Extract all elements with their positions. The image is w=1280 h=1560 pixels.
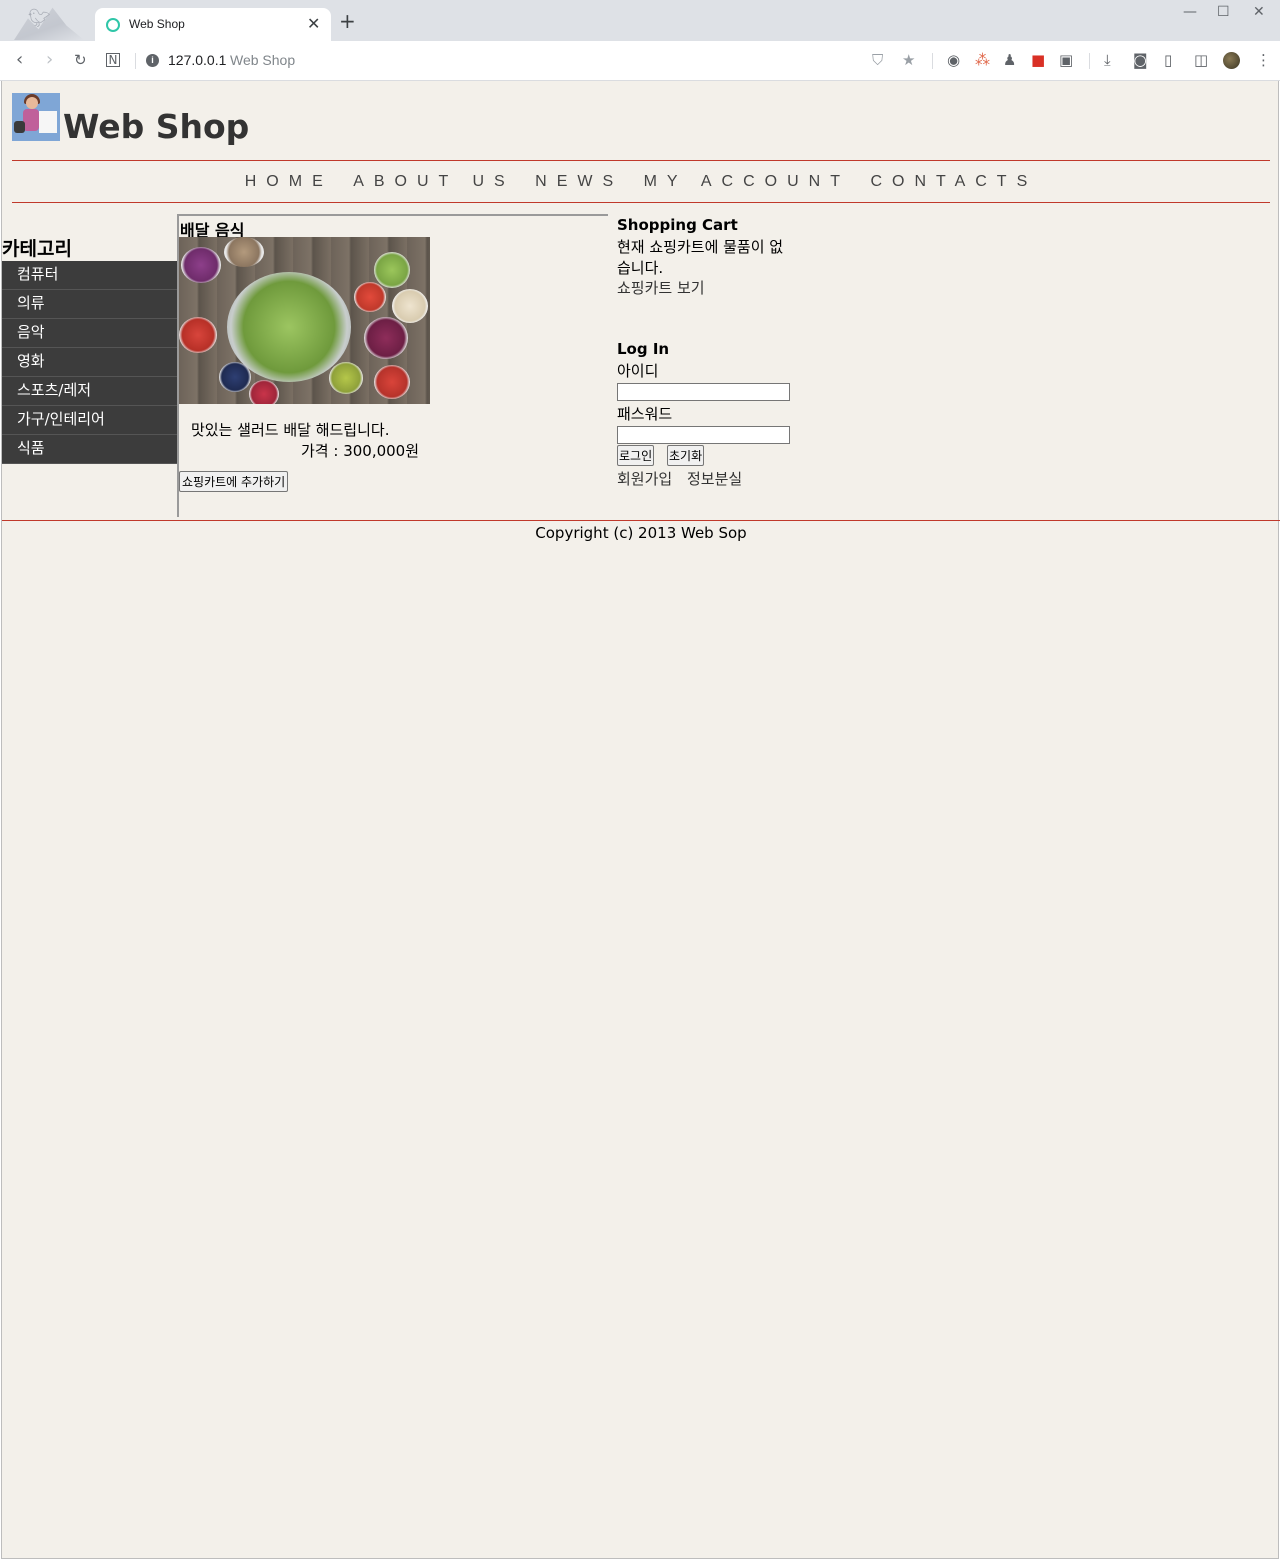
- password-input[interactable]: [617, 426, 790, 444]
- close-window-icon[interactable]: ✕: [1253, 4, 1265, 20]
- reset-button[interactable]: 초기화: [667, 445, 705, 466]
- password-label: 패스워드: [617, 405, 673, 423]
- main-nav: HOME ABOUT US NEWS MY ACCOUNT CONTACTS: [2, 173, 1280, 191]
- nav-my-account[interactable]: MY ACCOUNT: [644, 173, 850, 190]
- login-button[interactable]: 로그인: [617, 445, 655, 466]
- reload-icon[interactable]: ↻: [74, 51, 87, 69]
- page-viewport: Web Shop HOME ABOUT US NEWS MY ACCOUNT C…: [1, 81, 1280, 1559]
- salad-product-image: [179, 237, 430, 404]
- toolbar-separator: [135, 53, 136, 69]
- footer-copyright: Copyright (c) 2013 Web Sop: [535, 524, 747, 542]
- category-item-computer[interactable]: 컴퓨터: [2, 261, 177, 290]
- category-item-sports[interactable]: 스포츠/레저: [2, 377, 177, 406]
- id-label: 아이디: [617, 362, 659, 380]
- url-host[interactable]: 127.0.0.1: [168, 52, 226, 68]
- category-title: 카테고리: [2, 238, 72, 260]
- mouse-extension-icon[interactable]: ◉: [947, 51, 960, 69]
- toolbar-separator: [932, 53, 933, 69]
- shop-logo-image: [12, 93, 60, 141]
- product-top-border: [179, 214, 608, 216]
- nav-home[interactable]: HOME: [245, 173, 333, 190]
- id-input[interactable]: [617, 383, 790, 401]
- minimize-icon[interactable]: —: [1183, 4, 1197, 20]
- back-icon[interactable]: ‹: [16, 51, 23, 69]
- browser-toolbar: ‹ › ↻ N i 127.0.0.1 Web Shop ⛉ ★ ◉ ⁂ ♟ ■…: [0, 41, 1280, 81]
- red-extension-icon[interactable]: ■: [1031, 51, 1045, 69]
- close-tab-icon[interactable]: ✕: [307, 14, 320, 33]
- nav-top-line: [12, 160, 1270, 161]
- view-cart-link[interactable]: 쇼핑카트 보기: [617, 277, 705, 298]
- footer-line: [2, 520, 1280, 521]
- signup-link[interactable]: 회원가입: [617, 468, 672, 489]
- cart-empty-message-line1: 현재 쇼핑카트에 물품이 없: [617, 238, 784, 256]
- site-info-icon[interactable]: i: [146, 54, 159, 67]
- bird-icon: 🐦︎: [28, 8, 51, 29]
- sidebar-icon[interactable]: ◫: [1194, 51, 1208, 69]
- menu-kebab-icon[interactable]: ⋮: [1256, 51, 1271, 69]
- lost-info-link[interactable]: 정보분실: [687, 468, 742, 489]
- category-list: 컴퓨터 의류 음악 영화 스포츠/레저 가구/인테리어 식품: [2, 261, 177, 464]
- category-item-food[interactable]: 식품: [2, 435, 177, 464]
- add-to-cart-button[interactable]: 쇼핑카트에 추가하기: [179, 471, 289, 492]
- shield-icon[interactable]: ⛉: [872, 51, 883, 69]
- extension-icon[interactable]: ♟: [1003, 51, 1016, 69]
- reader-icon[interactable]: ▯: [1164, 51, 1172, 69]
- url-page-title[interactable]: Web Shop: [230, 52, 295, 68]
- category-item-furniture[interactable]: 가구/인테리어: [2, 406, 177, 435]
- product-price: 가격 : 300,000원: [301, 442, 420, 460]
- bookmark-star-icon[interactable]: ★: [902, 51, 915, 69]
- tab-favicon-icon: [106, 18, 120, 32]
- site-title: Web Shop: [63, 107, 250, 146]
- browser-tab[interactable]: Web Shop ✕: [95, 8, 331, 41]
- sitemap-extension-icon[interactable]: ⁂: [975, 51, 990, 69]
- screenshot-extension-icon[interactable]: ▣: [1059, 51, 1073, 69]
- nav-contacts[interactable]: CONTACTS: [870, 173, 1037, 190]
- naver-icon[interactable]: N: [106, 53, 120, 67]
- nav-about-us[interactable]: ABOUT US: [353, 173, 515, 190]
- product-description: 맛있는 샐러드 배달 해드립니다.: [191, 421, 390, 439]
- download-icon[interactable]: ⤓: [1104, 51, 1111, 69]
- toolbar-separator: [1089, 53, 1090, 69]
- forward-icon[interactable]: ›: [46, 51, 53, 69]
- camera-icon[interactable]: ◙: [1133, 51, 1148, 69]
- browser-tab-strip: 🐦︎ Web Shop ✕ + — ☐ ✕: [0, 0, 1280, 41]
- login-title: Log In: [617, 340, 670, 358]
- category-item-music[interactable]: 음악: [2, 319, 177, 348]
- cart-title: Shopping Cart: [617, 216, 738, 234]
- tab-title: Web Shop: [129, 17, 185, 31]
- nav-bottom-line: [12, 202, 1270, 203]
- category-item-clothing[interactable]: 의류: [2, 290, 177, 319]
- cart-empty-message-line2: 습니다.: [617, 259, 664, 277]
- profile-avatar[interactable]: [1223, 52, 1240, 69]
- maximize-icon[interactable]: ☐: [1217, 4, 1230, 20]
- new-tab-icon[interactable]: +: [339, 11, 356, 31]
- category-item-movies[interactable]: 영화: [2, 348, 177, 377]
- nav-news[interactable]: NEWS: [535, 173, 623, 190]
